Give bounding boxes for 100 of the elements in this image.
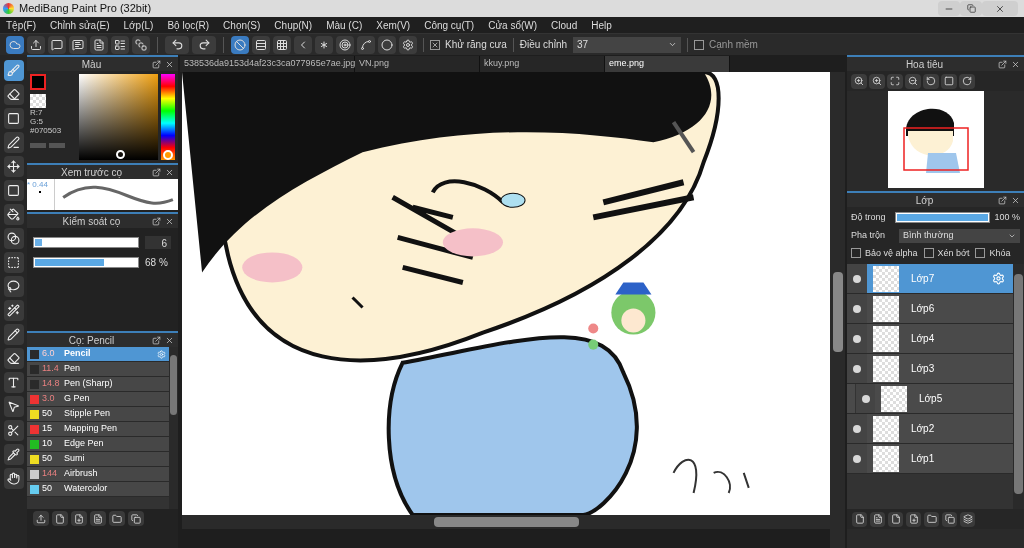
correction-dropdown[interactable]: 37 bbox=[573, 36, 682, 53]
undock-icon[interactable] bbox=[152, 167, 161, 177]
scissors-button[interactable] bbox=[3, 420, 24, 441]
menu-item[interactable]: Công cụ(T) bbox=[424, 17, 475, 33]
menu-item[interactable]: Cửa sổ(W) bbox=[488, 17, 538, 33]
hand-button[interactable] bbox=[3, 468, 24, 489]
document-tab[interactable]: kkuy.png bbox=[480, 56, 605, 72]
folder-button[interactable] bbox=[109, 511, 125, 526]
close-icon[interactable] bbox=[165, 167, 174, 177]
fit-button[interactable] bbox=[887, 73, 903, 89]
brush-row[interactable]: 3.0 G Pen bbox=[27, 392, 169, 407]
new-file-button[interactable] bbox=[52, 511, 68, 526]
move-button[interactable] bbox=[3, 156, 24, 177]
radial-button[interactable] bbox=[315, 35, 333, 54]
close-icon[interactable] bbox=[1011, 195, 1020, 205]
checkbox[interactable] bbox=[923, 248, 934, 259]
menu-item[interactable]: Tệp(F) bbox=[6, 17, 36, 33]
undock-icon[interactable] bbox=[998, 195, 1007, 205]
hue-slider[interactable] bbox=[161, 74, 175, 160]
settings-icon[interactable] bbox=[992, 272, 1005, 285]
document-tab[interactable]: VN.png bbox=[355, 56, 480, 72]
curve-button[interactable] bbox=[357, 35, 375, 54]
gear-button[interactable] bbox=[399, 35, 417, 54]
rotate-left-button[interactable] bbox=[923, 73, 939, 89]
document-tab[interactable]: 538536da9153d4af23c3ca077965e7ae.jpg bbox=[180, 56, 355, 72]
opacity-slider[interactable] bbox=[33, 257, 139, 268]
brush-row[interactable]: 10 Edge Pen bbox=[27, 437, 169, 452]
scrollbar[interactable] bbox=[169, 347, 178, 509]
concentric-button[interactable] bbox=[336, 35, 354, 54]
menu-item[interactable]: Lớp(L) bbox=[123, 17, 154, 33]
checkbox[interactable] bbox=[694, 39, 705, 50]
menu-item[interactable]: Chụp(N) bbox=[274, 17, 313, 33]
undock-icon[interactable] bbox=[998, 59, 1007, 69]
flip-button[interactable] bbox=[941, 73, 957, 89]
eraser-button[interactable] bbox=[3, 348, 24, 369]
paint-bucket-button[interactable] bbox=[3, 204, 24, 225]
pen-line-button[interactable] bbox=[3, 132, 24, 153]
perspective-button[interactable] bbox=[294, 35, 312, 54]
rotate-right-button[interactable] bbox=[959, 73, 975, 89]
upload-button[interactable] bbox=[27, 35, 45, 54]
layer-row[interactable]: Lớp3 bbox=[847, 354, 1013, 384]
zoom-reset-button[interactable] bbox=[851, 73, 867, 89]
gradient-button[interactable] bbox=[3, 228, 24, 249]
new-8bit-layer-button[interactable] bbox=[888, 511, 903, 527]
text-button[interactable] bbox=[3, 372, 24, 393]
menu-item[interactable]: Màu (C) bbox=[326, 17, 363, 33]
picker-ring-icon[interactable] bbox=[116, 150, 125, 159]
zoom-out-button[interactable] bbox=[905, 73, 921, 89]
speech-bubble-button[interactable] bbox=[48, 35, 66, 54]
magic-wand-button[interactable] bbox=[3, 300, 24, 321]
lasso-button[interactable] bbox=[3, 276, 24, 297]
undock-icon[interactable] bbox=[152, 335, 161, 345]
pointer-button[interactable] bbox=[3, 396, 24, 417]
document-button[interactable] bbox=[90, 511, 106, 526]
list-button[interactable] bbox=[111, 35, 129, 54]
layer-row[interactable]: Lớp2 bbox=[847, 414, 1013, 444]
grid-button[interactable] bbox=[273, 35, 291, 54]
cloud-button[interactable] bbox=[6, 35, 24, 54]
close-icon[interactable] bbox=[165, 335, 174, 345]
main-color-swatch[interactable] bbox=[30, 74, 46, 90]
hue-thumb[interactable] bbox=[163, 149, 173, 160]
square-button[interactable] bbox=[3, 108, 24, 129]
blend-dropdown[interactable]: Bình thường bbox=[899, 228, 1020, 243]
layer-row[interactable]: Lớp6 bbox=[847, 294, 1013, 324]
undo-button[interactable] bbox=[165, 35, 189, 54]
redo-button[interactable] bbox=[192, 35, 216, 54]
color-picker-square[interactable] bbox=[79, 74, 158, 160]
brush-row[interactable]: 50 Watercolor bbox=[27, 482, 169, 497]
layer-row[interactable]: Lớp4 bbox=[847, 324, 1013, 354]
checkbox[interactable] bbox=[975, 248, 986, 259]
brush-row[interactable]: 14.8 Pen (Sharp) bbox=[27, 377, 169, 392]
menu-item[interactable]: Xem(V) bbox=[376, 17, 411, 33]
size-slider[interactable] bbox=[33, 237, 139, 248]
document-button[interactable] bbox=[90, 35, 108, 54]
menu-item[interactable]: Chỉnh sửa(E) bbox=[50, 17, 110, 33]
add-file-button[interactable] bbox=[71, 511, 87, 526]
dashed-square-button[interactable] bbox=[3, 252, 24, 273]
size-field[interactable]: 6 bbox=[145, 236, 171, 249]
vertical-scrollbar[interactable] bbox=[830, 72, 845, 548]
eraser-button[interactable] bbox=[3, 84, 24, 105]
menu-item[interactable]: Cloud bbox=[551, 17, 578, 33]
zoom-in-button[interactable] bbox=[869, 73, 885, 89]
duplicate-button[interactable] bbox=[942, 511, 957, 527]
checkbox[interactable] bbox=[851, 248, 861, 259]
eyedropper-button[interactable] bbox=[3, 444, 24, 465]
brush-row[interactable]: 144 Airbrush bbox=[27, 467, 169, 482]
copy-button[interactable] bbox=[128, 511, 144, 526]
menu-item[interactable]: Help bbox=[591, 17, 612, 33]
menu-item[interactable]: Chọn(S) bbox=[223, 17, 261, 33]
close-icon[interactable] bbox=[165, 216, 174, 226]
close-icon[interactable] bbox=[1011, 59, 1020, 69]
add-layer-button[interactable] bbox=[906, 511, 921, 527]
parallel-lines-button[interactable] bbox=[252, 35, 270, 54]
brush-row[interactable]: 50 Stipple Pen bbox=[27, 407, 169, 422]
close-icon[interactable] bbox=[165, 59, 174, 69]
upload-button[interactable] bbox=[33, 511, 49, 526]
document-tab[interactable]: eme.png bbox=[605, 56, 730, 72]
menu-item[interactable]: Bộ lọc(R) bbox=[167, 17, 210, 33]
brush-button[interactable] bbox=[3, 60, 24, 81]
pen-button[interactable] bbox=[3, 324, 24, 345]
